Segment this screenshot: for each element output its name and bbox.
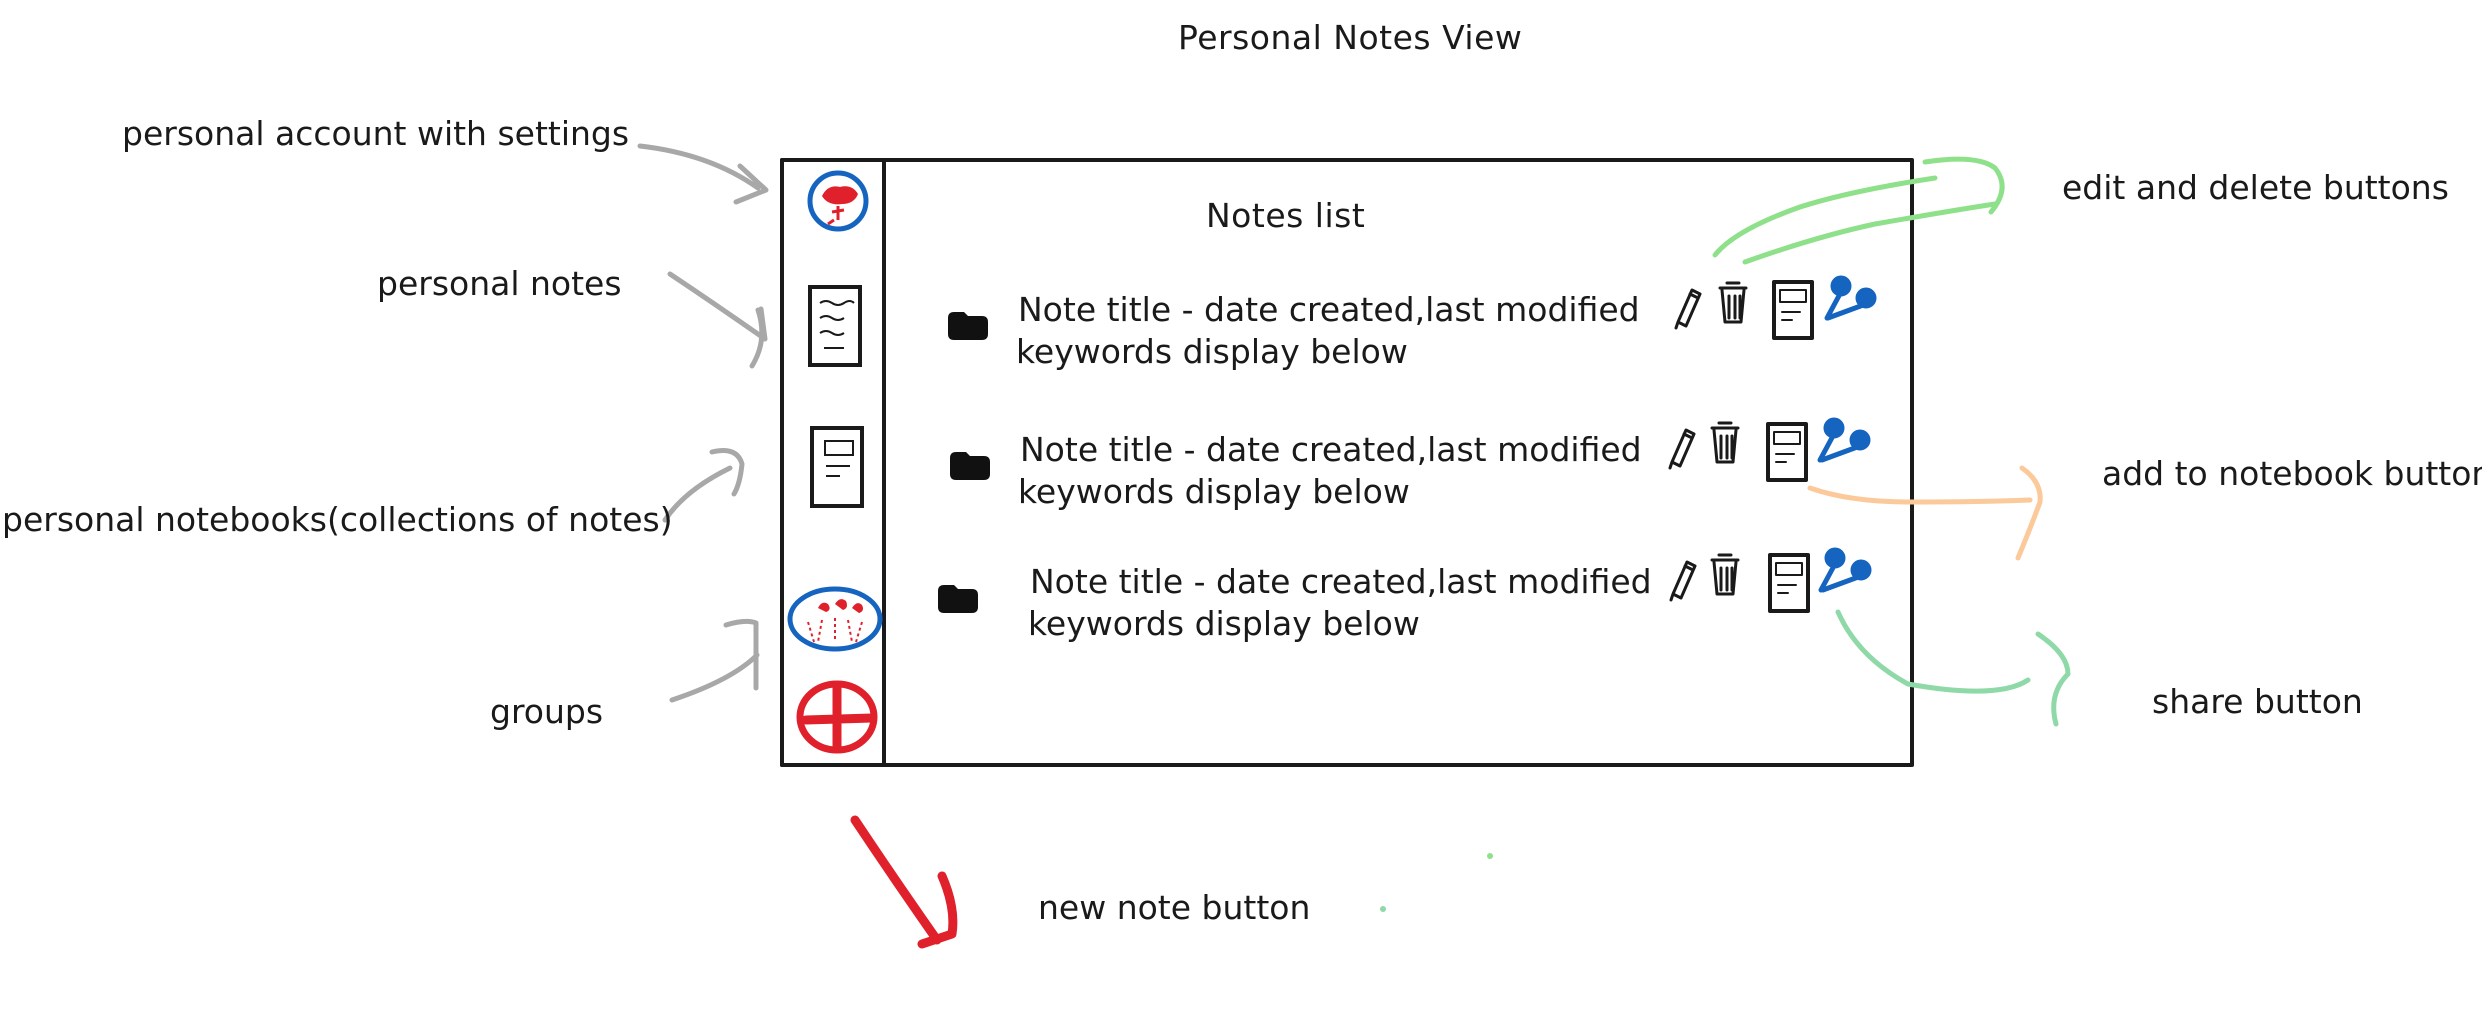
sidebar (780, 158, 886, 767)
notebooks-icon[interactable] (810, 426, 864, 508)
folder-icon (950, 452, 990, 480)
annotation-add-to-notebook: add to notebook button (2102, 454, 2482, 493)
annotation-new-note: new note button (1038, 888, 1311, 927)
new-note-icon[interactable] (796, 680, 878, 754)
arrow-share (1835, 609, 2071, 727)
note-title-line[interactable]: Note title - date created,last modified (1030, 562, 1652, 601)
arrow-groups (669, 618, 760, 703)
note-keywords-line: keywords display below (1028, 604, 1420, 643)
annotation-notebooks: personal notebooks(collections of notes) (2, 500, 673, 539)
note-title-line[interactable]: Note title - date created,last modified (1018, 290, 1640, 329)
arrow-account (637, 143, 769, 205)
pencil-icon[interactable] (1674, 288, 1702, 330)
notebook-icon[interactable] (1772, 280, 1814, 340)
stray-dot (1380, 906, 1386, 912)
folder-icon (938, 585, 978, 613)
annotation-edit-delete: edit and delete buttons (2062, 168, 2449, 207)
note-bullets (938, 312, 990, 613)
annotation-account: personal account with settings (122, 114, 630, 153)
pencil-icon[interactable] (1668, 428, 1696, 470)
arrow-add-to-notebook (1807, 465, 2043, 561)
wireframe-canvas: Personal Notes View Notes list personal … (0, 0, 2482, 1024)
groups-icon[interactable] (787, 586, 883, 652)
annotation-groups: groups (490, 692, 604, 731)
note-keywords-line: keywords display below (1016, 332, 1408, 371)
page-title: Personal Notes View (1178, 18, 1523, 57)
notes-list-heading: Notes list (1206, 196, 1366, 235)
account-icon[interactable] (807, 170, 869, 232)
notes-icon[interactable] (808, 285, 862, 367)
annotation-share: share button (2152, 682, 2363, 721)
share-icon[interactable] (1818, 547, 1872, 593)
notebook-icon[interactable] (1766, 422, 1808, 482)
trash-icon[interactable] (1718, 281, 1748, 324)
notebook-icon[interactable] (1768, 553, 1810, 613)
share-icon[interactable] (1817, 417, 1871, 463)
note-title-line[interactable]: Note title - date created,last modified (1020, 430, 1642, 469)
folder-icon (948, 312, 988, 340)
arrow-new-note (850, 815, 958, 949)
trash-icon[interactable] (1710, 421, 1740, 464)
share-icon[interactable] (1824, 275, 1877, 321)
note-keywords-line: keywords display below (1018, 472, 1410, 511)
pencil-icon[interactable] (1669, 560, 1697, 602)
stray-dot (1487, 853, 1493, 859)
annotation-notes: personal notes (377, 264, 622, 303)
trash-icon[interactable] (1710, 553, 1740, 596)
arrow-edit-delete (1712, 156, 2005, 265)
arrow-notes (667, 271, 768, 369)
arrow-notebooks (662, 448, 745, 523)
